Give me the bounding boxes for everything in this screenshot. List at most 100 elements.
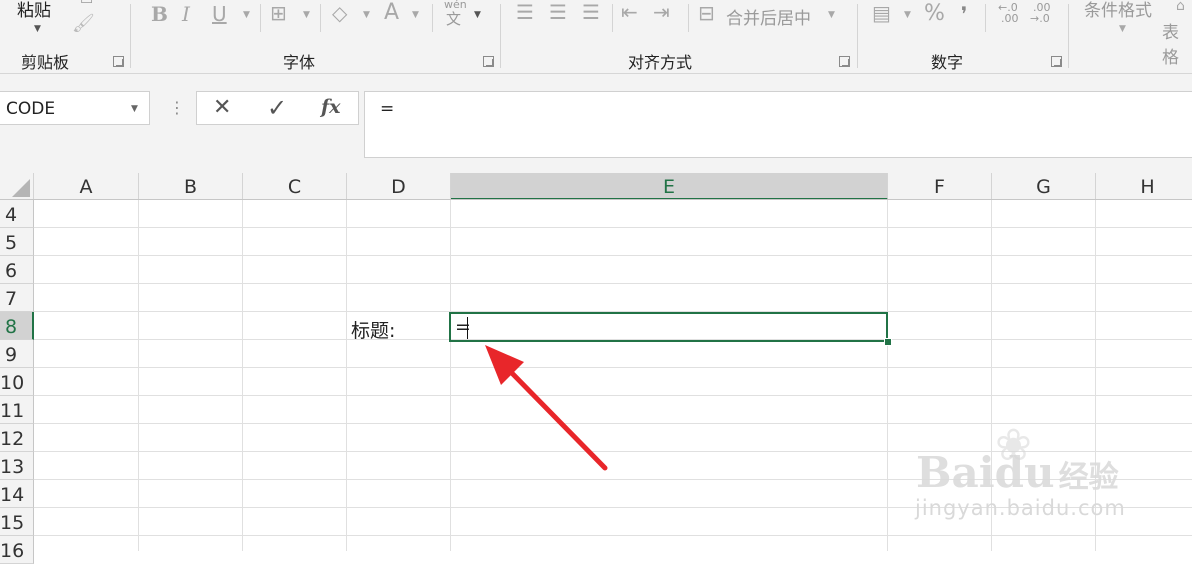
select-all-triangle-icon	[12, 179, 30, 197]
increase-indent-icon[interactable]: ⇥	[653, 2, 670, 22]
underline-dropdown-icon[interactable]: ▼	[243, 10, 250, 20]
formula-input[interactable]	[364, 91, 1192, 158]
enter-icon[interactable]: ✓	[267, 94, 287, 122]
accounting-dropdown-icon[interactable]: ▼	[904, 10, 911, 20]
increase-decimal-icon-bottom[interactable]: .00	[1001, 12, 1019, 25]
row-header-7[interactable]: 7	[0, 284, 34, 312]
number-launcher-icon[interactable]	[1051, 56, 1062, 67]
row-header-8[interactable]: 8	[0, 312, 34, 340]
column-header-c[interactable]: C	[243, 173, 347, 200]
column-header-e[interactable]: E	[451, 173, 888, 200]
italic-button[interactable]: I	[182, 4, 190, 24]
align-right-icon[interactable]: ☰	[582, 2, 600, 22]
divider	[985, 4, 986, 32]
watermark-url: jingyan.baidu.com	[915, 496, 1126, 520]
gridline	[450, 200, 451, 551]
column-header-h[interactable]: H	[1096, 173, 1192, 200]
gridline	[242, 200, 243, 551]
name-box[interactable]: CODE ▼	[0, 91, 150, 125]
divider	[432, 4, 433, 32]
watermark-brand-cn: 经验	[1058, 460, 1119, 495]
formula-buttons: ✕ ✓ fx	[196, 91, 359, 125]
cell-style-icon[interactable]: ⌂	[1176, 0, 1185, 16]
clipboard-launcher-icon[interactable]	[113, 56, 124, 67]
row-header-10[interactable]: 10	[0, 368, 34, 396]
conditional-format-dropdown-icon[interactable]: ▼	[1119, 24, 1126, 34]
divider	[130, 4, 131, 68]
row-header-12[interactable]: 12	[0, 424, 34, 452]
row-header-15[interactable]: 15	[0, 508, 34, 536]
gridline	[138, 200, 139, 551]
conditional-format-button[interactable]: 条件格式	[1084, 0, 1152, 21]
row-header-16[interactable]: 16	[0, 536, 34, 564]
divider	[612, 4, 613, 32]
font-color-button[interactable]: A	[384, 2, 399, 24]
copy-icon[interactable]: ▭	[80, 0, 93, 10]
column-header-g[interactable]: G	[992, 173, 1096, 200]
percent-button[interactable]: %	[924, 3, 945, 25]
comma-button[interactable]: ❜	[961, 4, 967, 24]
alignment-launcher-icon[interactable]	[839, 56, 850, 67]
cell-d8[interactable]: 标题:	[351, 316, 395, 343]
divider	[1068, 4, 1069, 68]
phonetic-dropdown-icon[interactable]: ▼	[474, 10, 481, 20]
merge-dropdown-icon[interactable]: ▼	[828, 10, 835, 20]
watermark-paw-icon: ❀	[995, 420, 1032, 471]
fill-color-dropdown-icon[interactable]: ▼	[363, 10, 370, 20]
border-dropdown-icon[interactable]: ▼	[303, 10, 310, 20]
decrease-decimal-icon-bottom[interactable]: →.0	[1030, 12, 1050, 25]
row-header-6[interactable]: 6	[0, 256, 34, 284]
row-header-9[interactable]: 9	[0, 340, 34, 368]
paste-dropdown-icon[interactable]: ▼	[34, 24, 41, 34]
number-group-label: 数字	[931, 53, 964, 72]
font-color-dropdown-icon[interactable]: ▼	[412, 10, 419, 20]
merge-center-icon[interactable]: ⊟	[698, 3, 715, 23]
column-header-d[interactable]: D	[347, 173, 451, 200]
align-left-icon[interactable]: ☰	[516, 2, 534, 22]
annotation-arrow-icon	[485, 345, 608, 471]
gridline	[346, 200, 347, 551]
gridline	[34, 535, 1192, 536]
row-header-4[interactable]: 4	[0, 200, 34, 228]
divider	[320, 4, 321, 32]
format-painter-icon[interactable]: 🖌	[72, 14, 95, 34]
table-format-button[interactable]: 表格	[1162, 18, 1192, 68]
fill-handle[interactable]	[884, 338, 892, 346]
gridline	[34, 283, 1192, 284]
decrease-indent-icon[interactable]: ⇤	[621, 2, 638, 22]
gridline	[34, 255, 1192, 256]
column-header-b[interactable]: B	[139, 173, 243, 200]
row-header-5[interactable]: 5	[0, 228, 34, 256]
row-header-14[interactable]: 14	[0, 480, 34, 508]
alignment-group-label: 对齐方式	[628, 53, 693, 72]
divider	[857, 4, 858, 68]
merge-center-button[interactable]: 合并后居中	[726, 4, 811, 29]
row-header-11[interactable]: 11	[0, 396, 34, 424]
cell-e8-input[interactable]: =	[455, 316, 471, 338]
column-header-a[interactable]: A	[34, 173, 139, 200]
name-box-dropdown-icon[interactable]: ▼	[131, 104, 138, 114]
align-center-icon[interactable]: ☰	[549, 2, 567, 22]
font-launcher-icon[interactable]	[483, 56, 494, 67]
phonetic-guide-icon-bottom[interactable]: 文	[446, 8, 461, 29]
divider	[260, 4, 261, 32]
cancel-icon[interactable]: ✕	[213, 95, 231, 120]
border-icon[interactable]: ⊞	[270, 3, 287, 23]
font-group-label: 字体	[283, 53, 316, 72]
underline-button[interactable]: U	[212, 4, 227, 24]
divider	[500, 4, 501, 68]
formula-bar-grip-icon[interactable]: ⋮	[169, 98, 185, 117]
clipboard-group-label: 剪贴板	[21, 53, 70, 72]
row-header-13[interactable]: 13	[0, 452, 34, 480]
name-box-value: CODE	[6, 99, 56, 119]
column-header-f[interactable]: F	[888, 173, 992, 200]
paste-button[interactable]: 粘贴	[17, 0, 51, 21]
watermark-brand: Baidu	[916, 448, 1055, 497]
select-all-corner[interactable]	[0, 173, 34, 200]
divider	[688, 4, 689, 32]
fill-color-icon[interactable]: ◇	[332, 3, 347, 23]
accounting-format-icon[interactable]: ▤	[872, 3, 891, 23]
gridline	[887, 200, 888, 551]
insert-function-button[interactable]: fx	[321, 96, 341, 118]
bold-button[interactable]: B	[151, 4, 168, 24]
